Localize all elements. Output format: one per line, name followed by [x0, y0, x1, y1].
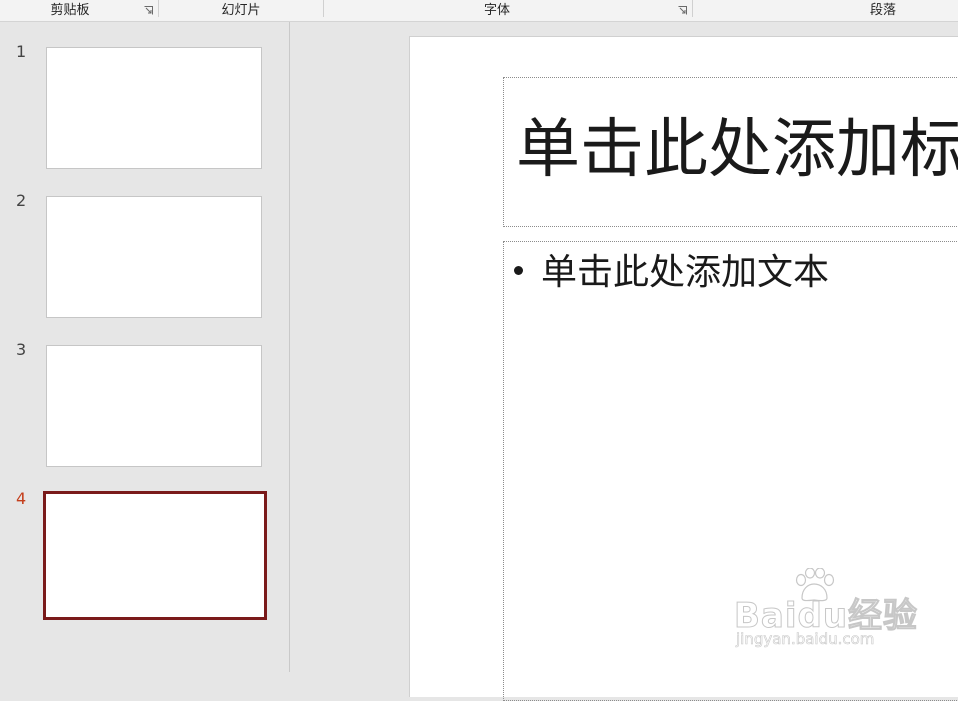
- slide-thumbnail-2[interactable]: [46, 196, 262, 318]
- ribbon-group-font-label: 字体: [483, 3, 510, 18]
- slide-number-2: 2: [16, 191, 27, 210]
- content-placeholder-text: 单击此处添加文本: [541, 252, 830, 293]
- slide-number-4: 4: [16, 489, 27, 508]
- slide-thumbnail-pane[interactable]: 1 2 3 4: [0, 22, 290, 672]
- clipboard-dialog-launcher-icon[interactable]: [144, 6, 153, 15]
- title-placeholder[interactable]: 单击此处添加标题: [503, 77, 958, 227]
- ribbon-group-paragraph: 段落: [693, 0, 958, 21]
- ribbon-group-labels: 剪贴板 幻灯片 字体 段落: [0, 0, 958, 22]
- ribbon-group-font: 字体: [324, 0, 670, 21]
- watermark-url-text: jingyan.baidu.com: [736, 630, 875, 649]
- bullet-icon: [514, 265, 523, 275]
- slide-thumbnail-4-selected[interactable]: [43, 491, 267, 620]
- ribbon-group-slides-label: 幻灯片: [221, 3, 261, 18]
- slide-thumbnail-3[interactable]: [46, 345, 262, 467]
- ribbon-group-slides: 幻灯片: [159, 0, 323, 21]
- title-placeholder-text: 单击此处添加标题: [516, 113, 958, 187]
- ribbon-group-paragraph-label: 段落: [869, 3, 896, 18]
- content-bullet-row: 单击此处添加文本: [514, 250, 829, 296]
- slide-number-3: 3: [16, 340, 27, 359]
- ribbon-group-clipboard-label: 剪贴板: [50, 3, 90, 18]
- font-dialog-launcher-icon[interactable]: [678, 6, 687, 15]
- slide-thumbnail-1[interactable]: [46, 47, 262, 169]
- slide-number-1: 1: [16, 42, 27, 61]
- baidu-watermark: Baidu经验 jingyan.baidu.com: [733, 568, 934, 658]
- ribbon-group-clipboard: 剪贴板: [0, 0, 140, 21]
